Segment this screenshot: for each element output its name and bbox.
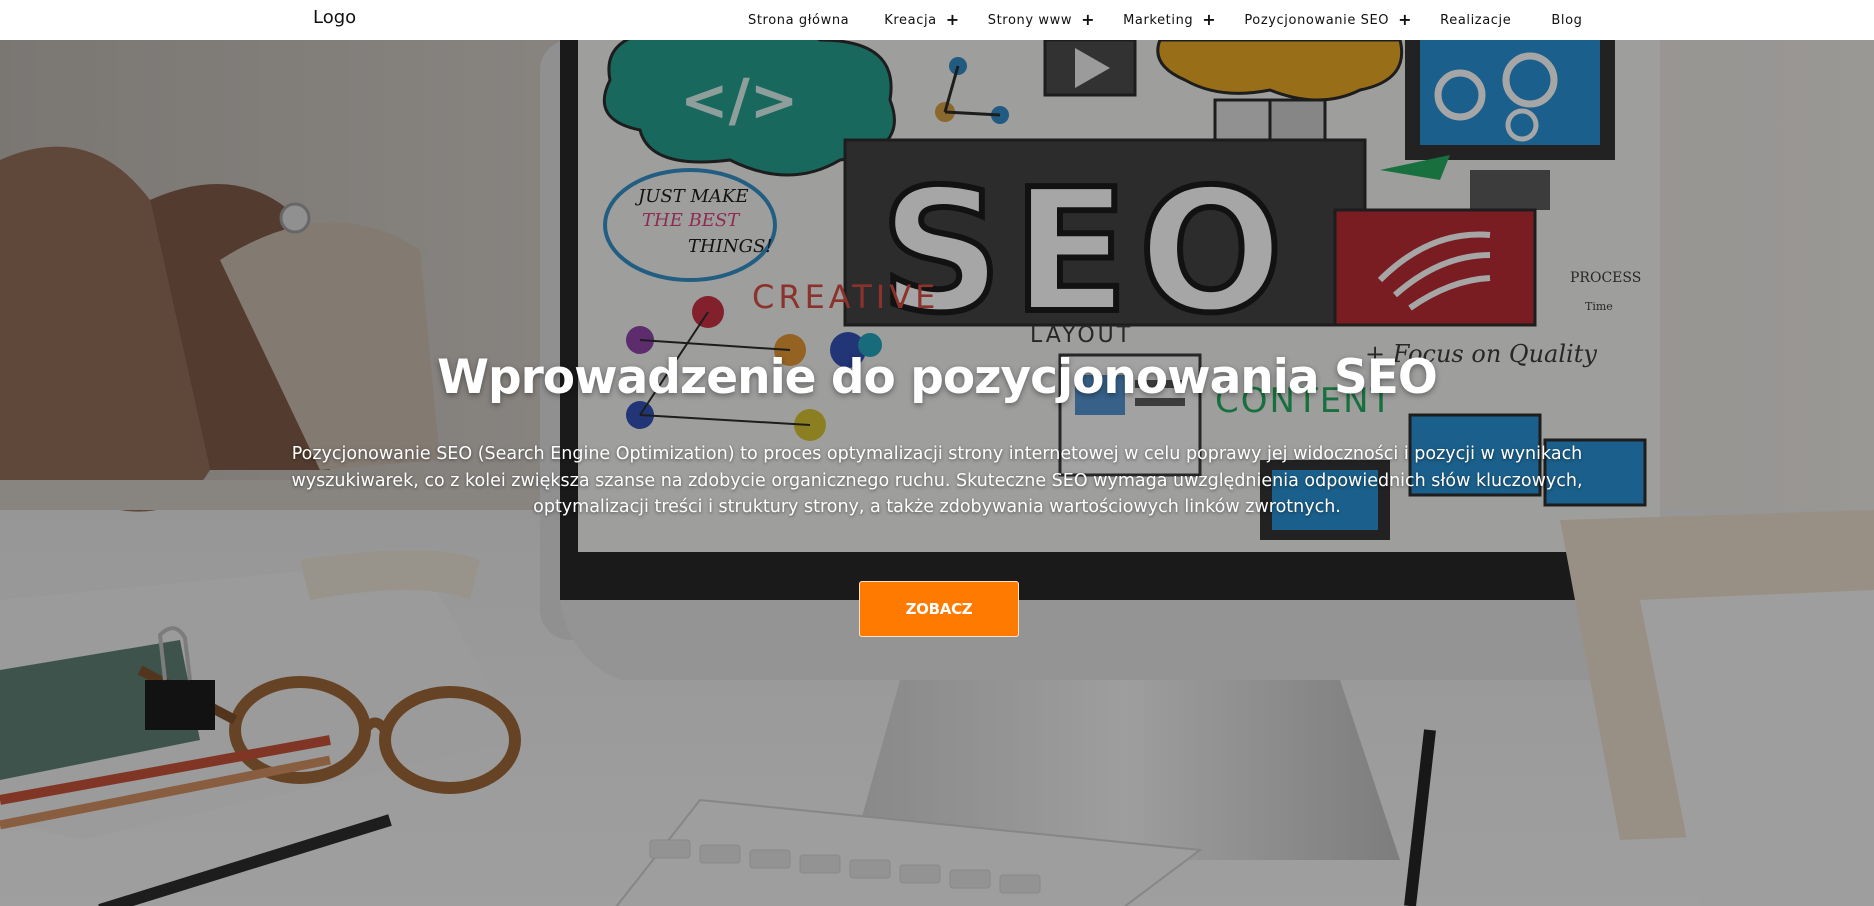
nav-item-kreacja[interactable]: Kreacja +: [884, 12, 960, 28]
nav-item-realizacje[interactable]: Realizacje: [1440, 13, 1511, 28]
plus-icon[interactable]: +: [946, 12, 960, 28]
plus-icon[interactable]: +: [1202, 12, 1216, 28]
nav-item-label[interactable]: Kreacja: [884, 13, 936, 28]
hero-title: Wprowadzenie do pozycjonowania SEO: [437, 350, 1438, 405]
plus-icon[interactable]: +: [1398, 12, 1412, 28]
nav-item-blog[interactable]: Blog: [1551, 13, 1582, 28]
site-header: Logo Strona główna Kreacja + Strony www …: [0, 0, 1874, 40]
nav-item-label[interactable]: Blog: [1551, 13, 1582, 28]
hero-section: </> SEO JUST MAKE THE BEST THINGS! CREAT…: [0, 40, 1874, 906]
nav-item-label[interactable]: Pozycjonowanie SEO: [1244, 13, 1389, 28]
nav-item-label[interactable]: Realizacje: [1440, 13, 1511, 28]
nav-item-label[interactable]: Strony www: [988, 13, 1072, 28]
plus-icon[interactable]: +: [1081, 12, 1095, 28]
nav-item-label[interactable]: Strona główna: [748, 13, 849, 28]
hero-description: Pozycjonowanie SEO (Search Engine Optimi…: [291, 444, 1583, 517]
nav-item-strony-www[interactable]: Strony www +: [988, 12, 1095, 28]
main-nav: Strona główna Kreacja + Strony www + Mar…: [748, 0, 1583, 40]
nav-item-pozycjonowanie-seo[interactable]: Pozycjonowanie SEO +: [1244, 12, 1412, 28]
nav-item-strona-glowna[interactable]: Strona główna: [748, 13, 849, 28]
nav-item-marketing[interactable]: Marketing +: [1123, 12, 1216, 28]
site-logo[interactable]: Logo: [313, 7, 356, 28]
zobacz-button[interactable]: ZOBACZ: [859, 581, 1019, 637]
nav-item-label[interactable]: Marketing: [1123, 13, 1193, 28]
